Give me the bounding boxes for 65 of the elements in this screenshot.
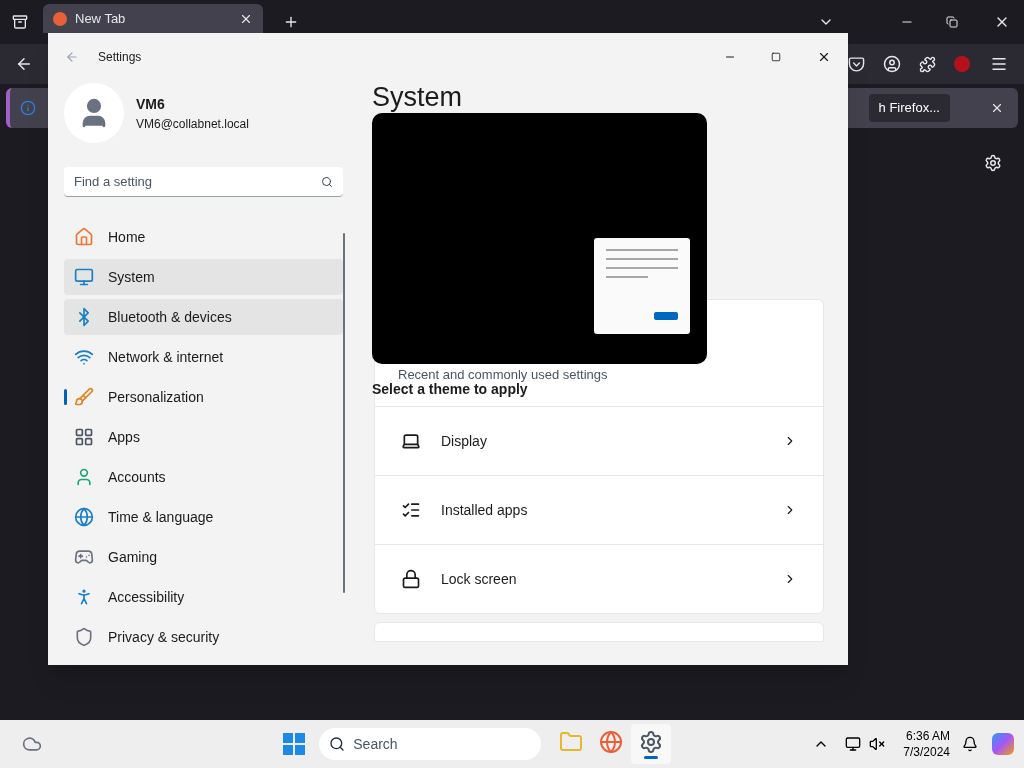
widgets-icon[interactable] [22, 734, 42, 754]
user-email: VM6@collabnet.local [136, 115, 249, 133]
nav-item[interactable]: Personalization [64, 379, 343, 415]
info-icon [20, 100, 36, 116]
browser-icon [599, 729, 624, 754]
nav-item[interactable]: Privacy & security [64, 619, 343, 655]
lock-icon [401, 569, 421, 589]
search-icon [329, 736, 346, 752]
brush-icon [74, 387, 94, 407]
account-icon[interactable] [883, 55, 901, 73]
theme-label: Select a theme to apply [372, 381, 528, 399]
clock-date[interactable]: 7/3/2024 [903, 744, 950, 760]
nav-item[interactable]: System [64, 259, 343, 295]
list-icon [401, 500, 421, 520]
nav-item[interactable]: Network & internet [64, 339, 343, 375]
menu-icon[interactable] [990, 55, 1008, 73]
pocket-icon[interactable] [848, 55, 865, 73]
find-setting-field[interactable]: Find a setting [64, 167, 343, 197]
copilot-icon[interactable] [992, 733, 1014, 755]
user-name: VM6 [136, 94, 166, 114]
settings-row[interactable]: Installed apps [375, 475, 823, 544]
monitor-icon [74, 267, 94, 287]
back-icon[interactable] [15, 55, 33, 73]
user-icon [74, 467, 94, 487]
close-icon[interactable] [817, 50, 831, 64]
laptop-icon [401, 431, 421, 451]
globe-icon [74, 507, 94, 527]
nav-item[interactable]: Home [64, 219, 343, 255]
nav-item[interactable]: Bluetooth & devices [64, 299, 343, 335]
start-icon[interactable] [283, 733, 306, 755]
settings-row[interactable]: Lock screen [375, 544, 823, 613]
settings-icon[interactable] [984, 154, 1002, 172]
notification-button[interactable]: h Firefox... [868, 94, 950, 122]
search-icon [321, 175, 333, 188]
tab-title: New Tab [75, 9, 127, 28]
network-icon[interactable] [845, 736, 862, 752]
extensions-icon[interactable] [919, 55, 936, 73]
clock-time[interactable]: 6:36 AM [905, 728, 950, 744]
nav-item[interactable]: Accessibility [64, 579, 343, 615]
taskbar-app[interactable] [631, 724, 672, 764]
nav-item[interactable]: Apps [64, 419, 343, 455]
shield-icon [74, 627, 94, 647]
gamepad-icon [74, 547, 94, 567]
new-tab-icon[interactable] [283, 14, 299, 30]
scrollbar[interactable] [343, 233, 345, 593]
section-caption: Recent and commonly used settings [398, 366, 608, 383]
dismiss-icon[interactable] [990, 101, 1004, 115]
volume-icon[interactable] [869, 736, 886, 752]
maximize-icon[interactable] [771, 52, 781, 62]
nav-item[interactable]: Time & language [64, 499, 343, 535]
apps-icon [74, 427, 94, 447]
taskbar-search-field[interactable]: Search [319, 728, 542, 760]
wifi-icon [74, 347, 94, 367]
browser-tab[interactable]: New Tab [43, 4, 263, 33]
window-title: Settings [98, 49, 142, 66]
bell-icon[interactable] [962, 736, 978, 752]
settings-icon [639, 729, 664, 754]
settings-row[interactable]: Display [375, 406, 823, 475]
nav-item[interactable]: Gaming [64, 539, 343, 575]
restore-icon[interactable] [946, 16, 958, 28]
home-icon [74, 227, 94, 247]
nav-item[interactable]: Accounts [64, 459, 343, 495]
page-title: System [372, 81, 464, 114]
folder-icon [559, 729, 584, 754]
tab-list-icon[interactable] [12, 14, 28, 30]
